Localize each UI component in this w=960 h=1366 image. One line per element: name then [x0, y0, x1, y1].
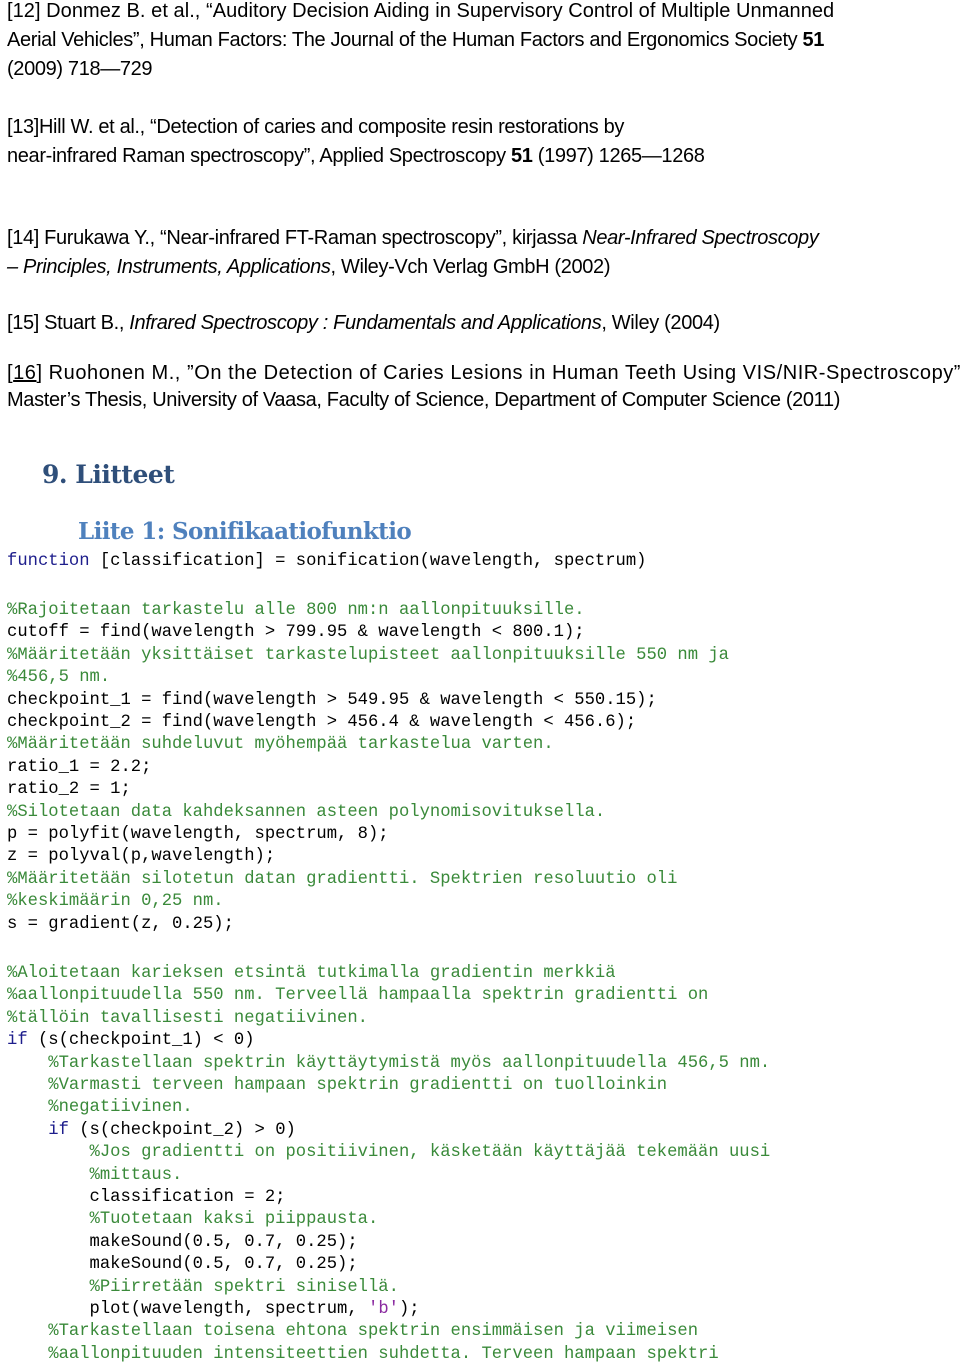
keyword: if — [48, 1121, 69, 1140]
code-text: ); — [398, 1300, 420, 1319]
code-comment: %aallonpituuden intensiteettien suhdetta… — [7, 1345, 719, 1364]
string-literal: 'b' — [368, 1300, 399, 1319]
code-comment: %Määritetään suhdeluvut myöhempää tarkas… — [7, 735, 554, 754]
code-line: function [classification] = sonification… — [7, 551, 646, 573]
code-comment: %keskimäärin 0,25 nm. — [7, 892, 224, 911]
reference-14-line-1: [14] Furukawa Y., “Near-infrared FT-Rama… — [7, 224, 819, 253]
book-title: Infrared Spectroscopy : Fundamentals and… — [129, 312, 602, 334]
volume-number: 51 — [802, 29, 825, 51]
code-line: checkpoint_2 = find(wavelength > 456.4 &… — [7, 713, 637, 732]
ref-text: ] Ruohonen M., ”On the Detection of Cari… — [36, 362, 960, 384]
code-line: p = polyfit(wavelength, spectrum, 8); — [7, 825, 389, 844]
keyword: if — [7, 1031, 28, 1050]
code-line: makeSound(0.5, 0.7, 0.25); — [7, 1233, 358, 1252]
code-line: if (s(checkpoint_1) < 0) — [7, 1030, 255, 1052]
code-line: ratio_1 = 2.2; — [7, 758, 152, 777]
code-line: cutoff = find(wavelength > 799.95 & wave… — [7, 623, 585, 642]
reference-14-line-2: – Principles, Instruments, Applications,… — [7, 253, 611, 282]
reference-13-line-1: [13]Hill W. et al., “Detection of caries… — [7, 116, 625, 138]
code-line: makeSound(0.5, 0.7, 0.25); — [7, 1255, 358, 1274]
code-comment: %Piirretään spektri sinisellä. — [7, 1278, 399, 1297]
code-comment: %Jos gradientti on positiivinen, käsketä… — [7, 1143, 771, 1162]
code-line: ratio_2 = 1; — [7, 780, 131, 799]
subsection-heading: Liite 1: Sonifikaatiofunktio — [78, 518, 412, 545]
code-comment: %tällöin tavallisesti negatiivinen. — [7, 1009, 368, 1028]
code-comment: %Tarkastellaan toisena ehtona spektrin e… — [7, 1322, 699, 1341]
code-comment: %Varmasti terveen hampaan spektrin gradi… — [7, 1076, 668, 1095]
ref-text: near-infrared Raman spectroscopy”, Appli… — [7, 145, 511, 167]
code-line: z = polyval(p,wavelength); — [7, 847, 276, 866]
code-comment: %negatiivinen. — [7, 1098, 193, 1117]
ref-text: [15] Stuart B., — [7, 312, 130, 334]
reference-12-line-2: Aerial Vehicles”, Human Factors: The Jou… — [7, 26, 824, 55]
book-subtitle: – Principles, Instruments, Applications — [7, 256, 331, 278]
code-comment: %aallonpituudella 550 nm. Terveellä hamp… — [7, 986, 709, 1005]
ref-text: , Wiley-Vch Verlag GmbH (2002) — [330, 256, 611, 278]
code-comment: %Aloitetaan karieksen etsintä tutkimalla… — [7, 964, 616, 983]
code-comment: %Rajoitetaan tarkastelu alle 800 nm:n aa… — [7, 601, 585, 620]
code-comment: %Tarkastellaan spektrin käyttäytymistä m… — [7, 1054, 771, 1073]
code-line: s = gradient(z, 0.25); — [7, 915, 234, 934]
reference-15: [15] Stuart B., Infrared Spectroscopy : … — [7, 309, 720, 338]
code-comment: %Silotetaan data kahdeksannen asteen pol… — [7, 803, 606, 822]
code-text: [classification] = sonification(waveleng… — [89, 552, 647, 571]
code-text: (s(checkpoint_2) > 0) — [68, 1121, 296, 1140]
reference-13-line-2: near-infrared Raman spectroscopy”, Appli… — [7, 142, 705, 171]
code-text: plot(wavelength, spectrum, — [7, 1300, 368, 1319]
code-comment: %Määritetään yksittäiset tarkastelupiste… — [7, 646, 729, 665]
code-comment: %456,5 nm. — [7, 668, 111, 687]
reference-16-line-2: Master’s Thesis, University of Vaasa, Fa… — [7, 389, 841, 411]
reference-12-line-3: (2009) 718—729 — [7, 58, 153, 80]
code-comment: %Määritetään silotetun datan gradientti.… — [7, 870, 678, 889]
reference-16-link[interactable]: 16 — [13, 362, 36, 384]
code-text: (s(checkpoint_1) < 0) — [27, 1031, 255, 1050]
ref-text: [14] Furukawa Y., “Near-infrared FT-Rama… — [7, 227, 583, 249]
code-comment: %mittaus. — [7, 1166, 183, 1185]
reference-12-line-1: [12] Donmez B. et al., “Auditory Decisio… — [7, 0, 835, 22]
reference-16-line-1: [16] Ruohonen M., ”On the Detection of C… — [7, 359, 960, 388]
book-title: Near-Infrared Spectroscopy — [582, 227, 819, 249]
ref-text: , Wiley (2004) — [601, 312, 720, 334]
code-line: plot(wavelength, spectrum, 'b'); — [7, 1299, 420, 1321]
code-line: classification = 2; — [7, 1188, 286, 1207]
code-line: checkpoint_1 = find(wavelength > 549.95 … — [7, 691, 657, 710]
ref-text: (1997) 1265—1268 — [532, 145, 705, 167]
ref-text: Aerial Vehicles”, Human Factors: The Jou… — [7, 29, 803, 51]
code-line: if (s(checkpoint_2) > 0) — [7, 1120, 296, 1142]
section-heading: 9. Liitteet — [42, 460, 175, 489]
volume-number: 51 — [511, 145, 533, 167]
code-comment: %Tuotetaan kaksi piippausta. — [7, 1210, 379, 1229]
keyword: function — [7, 552, 90, 571]
